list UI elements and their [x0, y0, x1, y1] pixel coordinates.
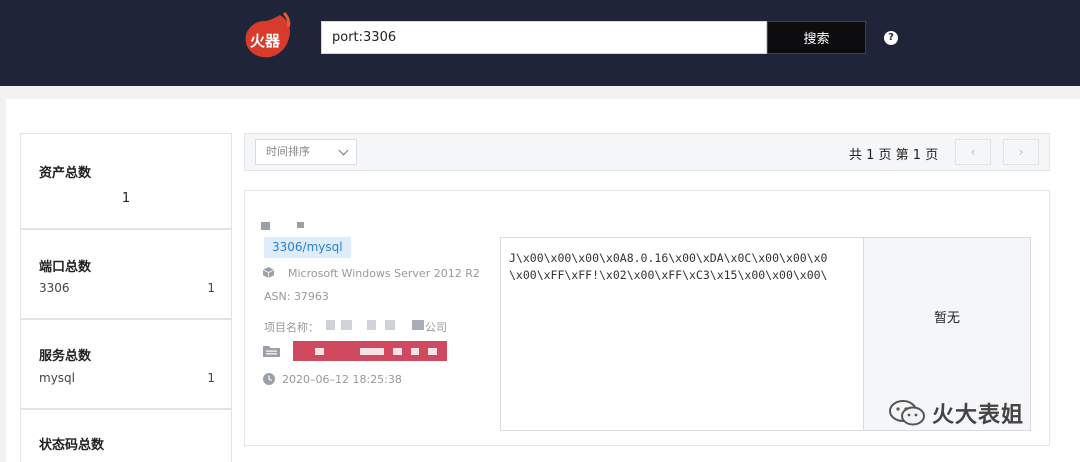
banner-line: \x00\xFF\xFF!\x02\x00\xFF\xC3\x15\x00\x0… [509, 268, 828, 282]
asn-text: ASN: 37963 [264, 290, 329, 303]
port-count: 1 [207, 281, 215, 295]
project-redacted [341, 320, 352, 330]
project-redacted [412, 320, 424, 330]
search-button[interactable]: 搜索 [767, 21, 866, 54]
project-redacted [367, 320, 376, 330]
next-page-button[interactable]: › [1003, 139, 1039, 165]
watermark: 火大表姐 [888, 396, 1024, 430]
redacted-spot [315, 348, 324, 355]
service-name: mysql [39, 371, 75, 385]
port-name: 3306 [39, 281, 70, 295]
services-stat-title: 服务总数 [39, 349, 92, 364]
assets-stat-title: 资产总数 [39, 166, 92, 181]
ip-redacted [297, 222, 304, 228]
wechat-icon [889, 400, 925, 426]
project-suffix: 公司 [425, 321, 447, 334]
redacted-spot [393, 348, 402, 355]
redacted-spot [360, 348, 384, 355]
services-stat-row[interactable]: mysql 1 [39, 371, 215, 385]
timestamp: 2020–06–12 18:25:38 [282, 373, 402, 386]
results-toolbar: 时间排序 共 1 页 第 1 页 ‹ › [244, 133, 1050, 171]
redacted-spot [411, 348, 419, 355]
sort-label: 时间排序 [266, 145, 310, 158]
service-tag[interactable]: 3306/mysql [264, 237, 351, 258]
ip-redacted [261, 222, 270, 230]
banner-line: J\x00\x00\x00\x0A8.0.16\x00\xDA\x0C\x00\… [509, 251, 828, 265]
banner-box[interactable]: J\x00\x00\x00\x0A8.0.16\x00\xDA\x0C\x00\… [500, 237, 864, 431]
assets-stat-value: 1 [121, 191, 131, 206]
svg-text:火器: 火器 [250, 32, 281, 50]
project-redacted [326, 320, 335, 330]
project-label: 项目名称： [264, 321, 319, 334]
chevron-down-icon [338, 145, 349, 156]
search-input[interactable] [321, 21, 767, 54]
top-bar: 火器 搜索 ? [0, 0, 1080, 86]
logo-icon[interactable]: 火器 [240, 11, 294, 61]
service-count: 1 [207, 371, 215, 385]
help-icon[interactable]: ? [884, 31, 898, 45]
status-codes-stat: 状态码总数 [20, 409, 232, 462]
services-stat: 服务总数 mysql 1 [20, 319, 232, 409]
prev-page-button[interactable]: ‹ [955, 139, 991, 165]
project-redacted [385, 320, 395, 330]
ports-stat-title: 端口总数 [39, 260, 92, 275]
clock-icon [263, 373, 275, 385]
folder-icon [263, 346, 280, 357]
status-codes-stat-title: 状态码总数 [39, 438, 105, 453]
ports-stat-row[interactable]: 3306 1 [39, 281, 215, 295]
redacted-spot [428, 348, 437, 355]
assets-stat: 资产总数 1 [20, 133, 232, 229]
watermark-text: 火大表姐 [932, 403, 1025, 428]
cube-icon [263, 267, 274, 278]
os-text: Microsoft Windows Server 2012 R2 [288, 267, 480, 280]
page-info: 共 1 页 第 1 页 [849, 148, 939, 163]
sort-select[interactable]: 时间排序 [255, 139, 357, 165]
ports-stat: 端口总数 3306 1 [20, 229, 232, 319]
